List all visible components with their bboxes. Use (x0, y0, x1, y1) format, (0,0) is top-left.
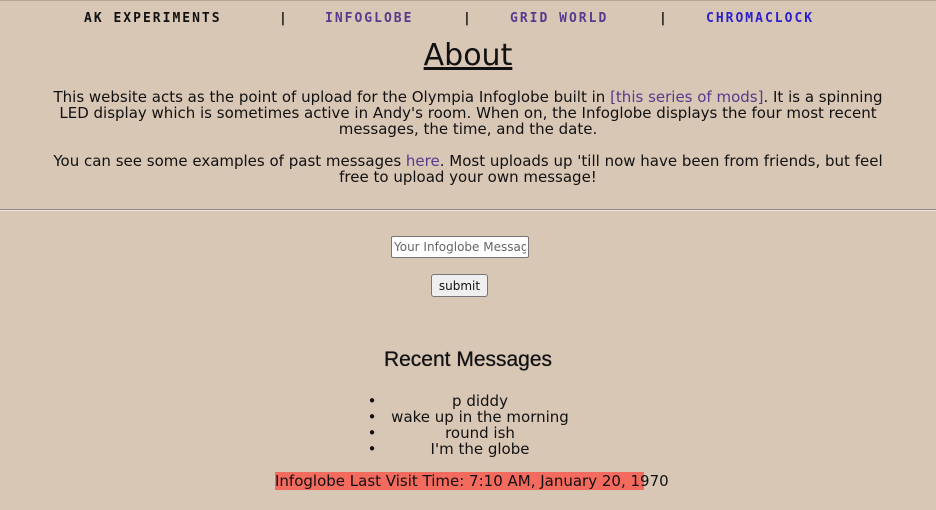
nav-grid-world-link[interactable]: GRID WORLD (510, 11, 608, 26)
page: AK EXPERIMENTS | INFOGLOBE | GRID WORLD … (0, 0, 936, 510)
submit-button[interactable]: submit (431, 274, 488, 297)
infoglobe-message-input[interactable] (391, 236, 529, 258)
list-item: • I'm the globe (367, 441, 593, 457)
list-item: • round ish (367, 425, 593, 441)
nav-separator: | (463, 11, 473, 26)
examples-paragraph: You can see some examples of past messag… (48, 153, 888, 185)
nav-separator: | (659, 11, 669, 26)
message-text: I'm the globe (430, 440, 530, 458)
bullet-icon: • (367, 424, 377, 442)
top-nav: AK EXPERIMENTS | INFOGLOBE | GRID WORLD … (0, 0, 936, 35)
bullet-icon: • (367, 392, 377, 410)
bullet-icon: • (367, 440, 377, 458)
last-visit-time: Infoglobe Last Visit Time: 7:10 AM, Janu… (275, 472, 669, 490)
nav-home-link[interactable]: AK EXPERIMENTS (84, 11, 222, 26)
nav-separator: | (279, 11, 289, 26)
recent-messages-heading: Recent Messages (383, 348, 553, 371)
nav-chromaclock-link[interactable]: CHROMACLOCK (706, 11, 814, 26)
bullet-icon: • (367, 408, 377, 426)
list-item: • p diddy (367, 393, 593, 409)
recent-messages-list: • p diddy • wake up in the morning • round … (367, 393, 593, 457)
about-paragraph: This website acts as the point of upload… (48, 89, 888, 137)
section-divider (0, 209, 936, 211)
nav-infoglobe-link[interactable]: INFOGLOBE (325, 11, 413, 26)
about-heading: About (423, 38, 513, 73)
list-item: • wake up in the morning (367, 409, 593, 425)
